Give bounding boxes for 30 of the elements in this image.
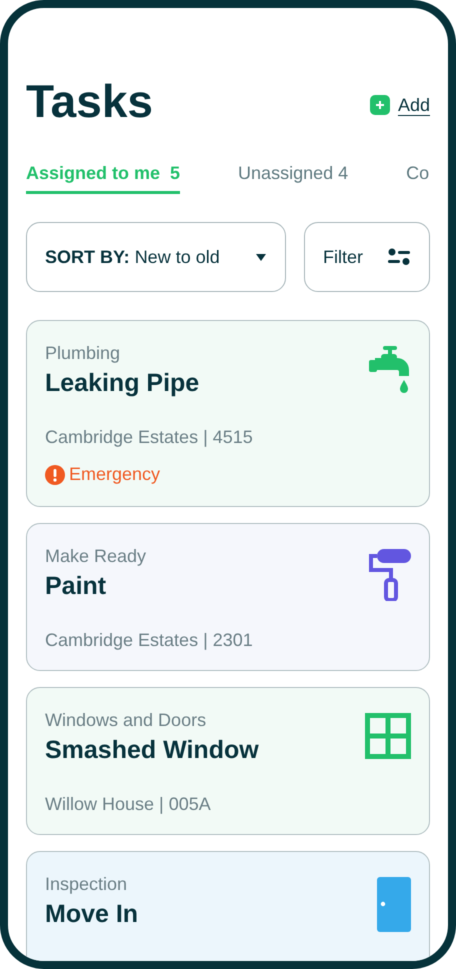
door-icon	[377, 877, 411, 932]
task-location: Cambridge Estates | 4515	[45, 426, 253, 449]
task-location: Willow House | 005A	[45, 793, 212, 816]
task-category: Inspection	[45, 873, 128, 896]
task-title: Move In	[45, 899, 138, 930]
add-link[interactable]: Add	[370, 92, 430, 118]
tab[interactable]: Unassigned 4	[238, 160, 348, 194]
task-category: Plumbing	[45, 342, 122, 365]
filter-icon	[387, 247, 411, 267]
caret-icon	[255, 252, 267, 262]
paint-roller-icon	[367, 549, 411, 601]
task-title: Smashed Window	[45, 735, 259, 766]
window-icon	[365, 713, 411, 759]
add-label: Add	[398, 94, 430, 116]
plus-icon	[370, 95, 390, 115]
task-category: Make Ready	[45, 545, 148, 568]
task-card[interactable]: Plumbing Leaking Pipe Cambridge Estates | 4515 Emergency	[26, 320, 430, 507]
task-card[interactable]: Make Ready Paint Cambridge Estates | 2301	[26, 523, 430, 671]
task-card[interactable]: Inspection Move In	[26, 851, 430, 961]
task-card[interactable]: Windows and Doors Smashed Window Willow House | 005A	[26, 687, 430, 835]
sort-dropdown[interactable]: SORT BY: New to old	[26, 222, 286, 292]
warning-icon	[45, 464, 65, 484]
task-title: Paint	[45, 571, 108, 602]
task-title: Leaking Pipe	[45, 368, 200, 399]
priority-label: Emergency	[69, 463, 160, 486]
filter-button[interactable]: Filter	[304, 222, 430, 292]
task-category: Windows and Doors	[45, 709, 208, 732]
task-location: Cambridge Estates | 2301	[45, 629, 253, 652]
tab[interactable]: Co	[406, 160, 430, 194]
page-title: Tasks	[26, 78, 154, 124]
